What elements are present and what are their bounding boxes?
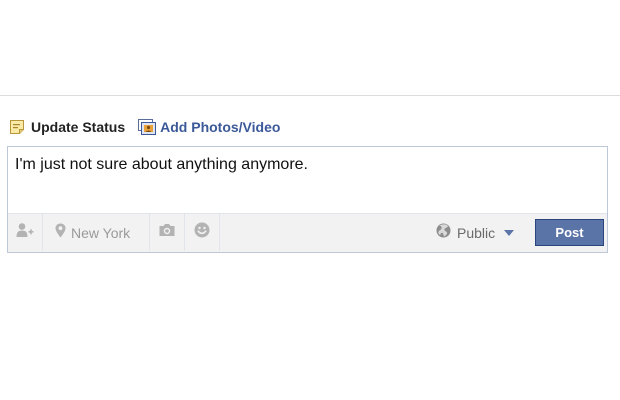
note-icon <box>9 119 25 135</box>
privacy-selector[interactable]: Public <box>436 214 515 251</box>
tag-people-button[interactable] <box>8 214 43 251</box>
tab-update-status-label: Update Status <box>31 119 126 135</box>
globe-icon <box>436 223 451 243</box>
status-input[interactable]: I'm just not sure about anything anymore… <box>15 156 599 174</box>
photo-album-icon <box>138 119 157 135</box>
add-photo-button[interactable] <box>150 214 185 251</box>
smiley-icon <box>194 222 210 243</box>
status-composer: I'm just not sure about anything anymore… <box>7 146 608 253</box>
person-plus-icon <box>16 222 34 243</box>
camera-icon <box>158 223 176 242</box>
map-pin-icon <box>55 223 66 243</box>
feeling-button[interactable] <box>185 214 220 251</box>
location-button[interactable]: New York <box>43 214 150 251</box>
composer-toolbar: New York Public Post <box>8 213 607 252</box>
composer-tabs: Update Status Add Photos/Video <box>9 117 280 137</box>
post-button[interactable]: Post <box>535 219 604 246</box>
divider <box>0 95 620 96</box>
chevron-down-icon <box>504 229 515 236</box>
tab-add-photos-video-label: Add Photos/Video <box>160 119 281 135</box>
tab-add-photos-video[interactable]: Add Photos/Video <box>138 119 280 135</box>
location-label: New York <box>71 224 131 241</box>
privacy-label: Public <box>457 224 496 241</box>
tab-update-status[interactable]: Update Status <box>9 119 125 135</box>
